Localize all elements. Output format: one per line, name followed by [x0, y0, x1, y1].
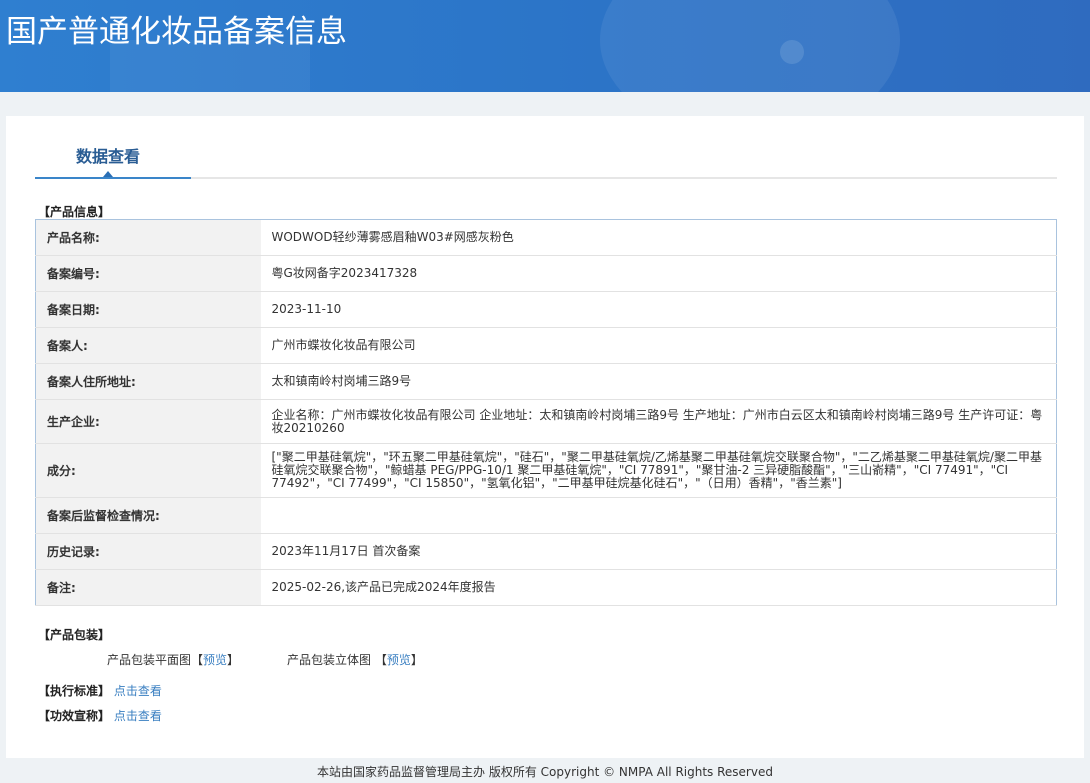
row-label: 历史记录:: [35, 533, 261, 570]
tab-active-indicator: [35, 177, 191, 179]
row-value: WODWOD轻纱薄雾感眉釉W03#网感灰粉色: [260, 219, 1057, 256]
packaging-heading: 【产品包装】: [38, 628, 111, 642]
row-value: ["聚二甲基硅氧烷"，"环五聚二甲基硅氧烷"，"硅石"，"聚二甲基硅氧烷/乙烯基…: [260, 443, 1057, 498]
table-row: 历史记录: 2023年11月17日 首次备案: [35, 533, 1057, 570]
packaging-flat-preview-link[interactable]: 预览: [203, 653, 227, 667]
standard-view-link[interactable]: 点击查看: [114, 684, 162, 698]
efficacy-view-link[interactable]: 点击查看: [114, 709, 162, 723]
table-row: 备注: 2025-02-26,该产品已完成2024年度报告: [35, 569, 1057, 606]
packaging-flat-label: 产品包装平面图: [107, 653, 192, 667]
row-label: 备案编号:: [35, 255, 261, 292]
standard-label: 【执行标准】: [38, 684, 111, 698]
product-info-heading: 【产品信息】: [38, 205, 111, 219]
product-info-table: 产品名称: WODWOD轻纱薄雾感眉釉W03#网感灰粉色 备案编号: 粤G妆网备字20…: [35, 219, 1057, 606]
row-label: 备案后监督检查情况:: [35, 497, 261, 534]
packaging-flat: 产品包装平面图【预览】: [107, 651, 239, 668]
row-label: 生产企业:: [35, 399, 261, 444]
row-label: 备案人:: [35, 327, 261, 364]
table-row: 备案人: 广州市蝶妆化妆品有限公司: [35, 327, 1057, 364]
table-row: 备案编号: 粤G妆网备字2023417328: [35, 255, 1057, 292]
row-value: 企业名称：广州市蝶妆化妆品有限公司 企业地址：太和镇南岭村岗埔三路9号 生产地址…: [260, 399, 1057, 444]
packaging-solid-label: 产品包装立体图: [287, 653, 372, 667]
row-value: 广州市蝶妆化妆品有限公司: [260, 327, 1057, 364]
row-value: [260, 497, 1057, 534]
bracket: 【: [374, 653, 387, 667]
row-label: 产品名称:: [35, 219, 261, 256]
standard-row: 【执行标准】 点击查看: [38, 682, 162, 699]
bracket: 】: [410, 653, 423, 667]
row-label: 备注:: [35, 569, 261, 606]
row-label: 备案日期:: [35, 291, 261, 328]
footer: 本站由国家药品监督管理局主办 版权所有 Copyright © NMPA All…: [317, 765, 773, 779]
row-value: 2023-11-10: [260, 291, 1057, 328]
bracket: 【: [191, 653, 204, 667]
page-header: 国产普通化妆品备案信息: [0, 0, 1090, 92]
tab-pointer-icon: [103, 171, 113, 177]
row-label: 备案人住所地址:: [35, 363, 261, 400]
table-row: 生产企业: 企业名称：广州市蝶妆化妆品有限公司 企业地址：太和镇南岭村岗埔三路9号…: [35, 399, 1057, 444]
efficacy-row: 【功效宣称】 点击查看: [38, 707, 162, 724]
row-label: 成分:: [35, 443, 261, 498]
table-row: 备案后监督检查情况:: [35, 497, 1057, 534]
bracket: 】: [227, 653, 240, 667]
row-value: 太和镇南岭村岗埔三路9号: [260, 363, 1057, 400]
row-value: 2025-02-26,该产品已完成2024年度报告: [260, 569, 1057, 606]
row-value: 2023年11月17日 首次备案: [260, 533, 1057, 570]
packaging-solid-preview-link[interactable]: 预览: [387, 653, 411, 667]
table-row: 产品名称: WODWOD轻纱薄雾感眉釉W03#网感灰粉色: [35, 219, 1057, 256]
page-title: 国产普通化妆品备案信息: [6, 14, 347, 50]
table-row: 备案人住所地址: 太和镇南岭村岗埔三路9号: [35, 363, 1057, 400]
row-value: 粤G妆网备字2023417328: [260, 255, 1057, 292]
tab-data-view[interactable]: 数据查看: [76, 143, 140, 167]
packaging-solid: 产品包装立体图 【预览】: [287, 651, 423, 668]
efficacy-label: 【功效宣称】: [38, 709, 111, 723]
table-row: 备案日期: 2023-11-10: [35, 291, 1057, 328]
table-row: 成分: ["聚二甲基硅氧烷"，"环五聚二甲基硅氧烷"，"硅石"，"聚二甲基硅氧烷/…: [35, 443, 1057, 498]
content-card: 数据查看 【产品信息】 产品名称: WODWOD轻纱薄雾感眉釉W03#网感灰粉色备…: [6, 116, 1084, 758]
